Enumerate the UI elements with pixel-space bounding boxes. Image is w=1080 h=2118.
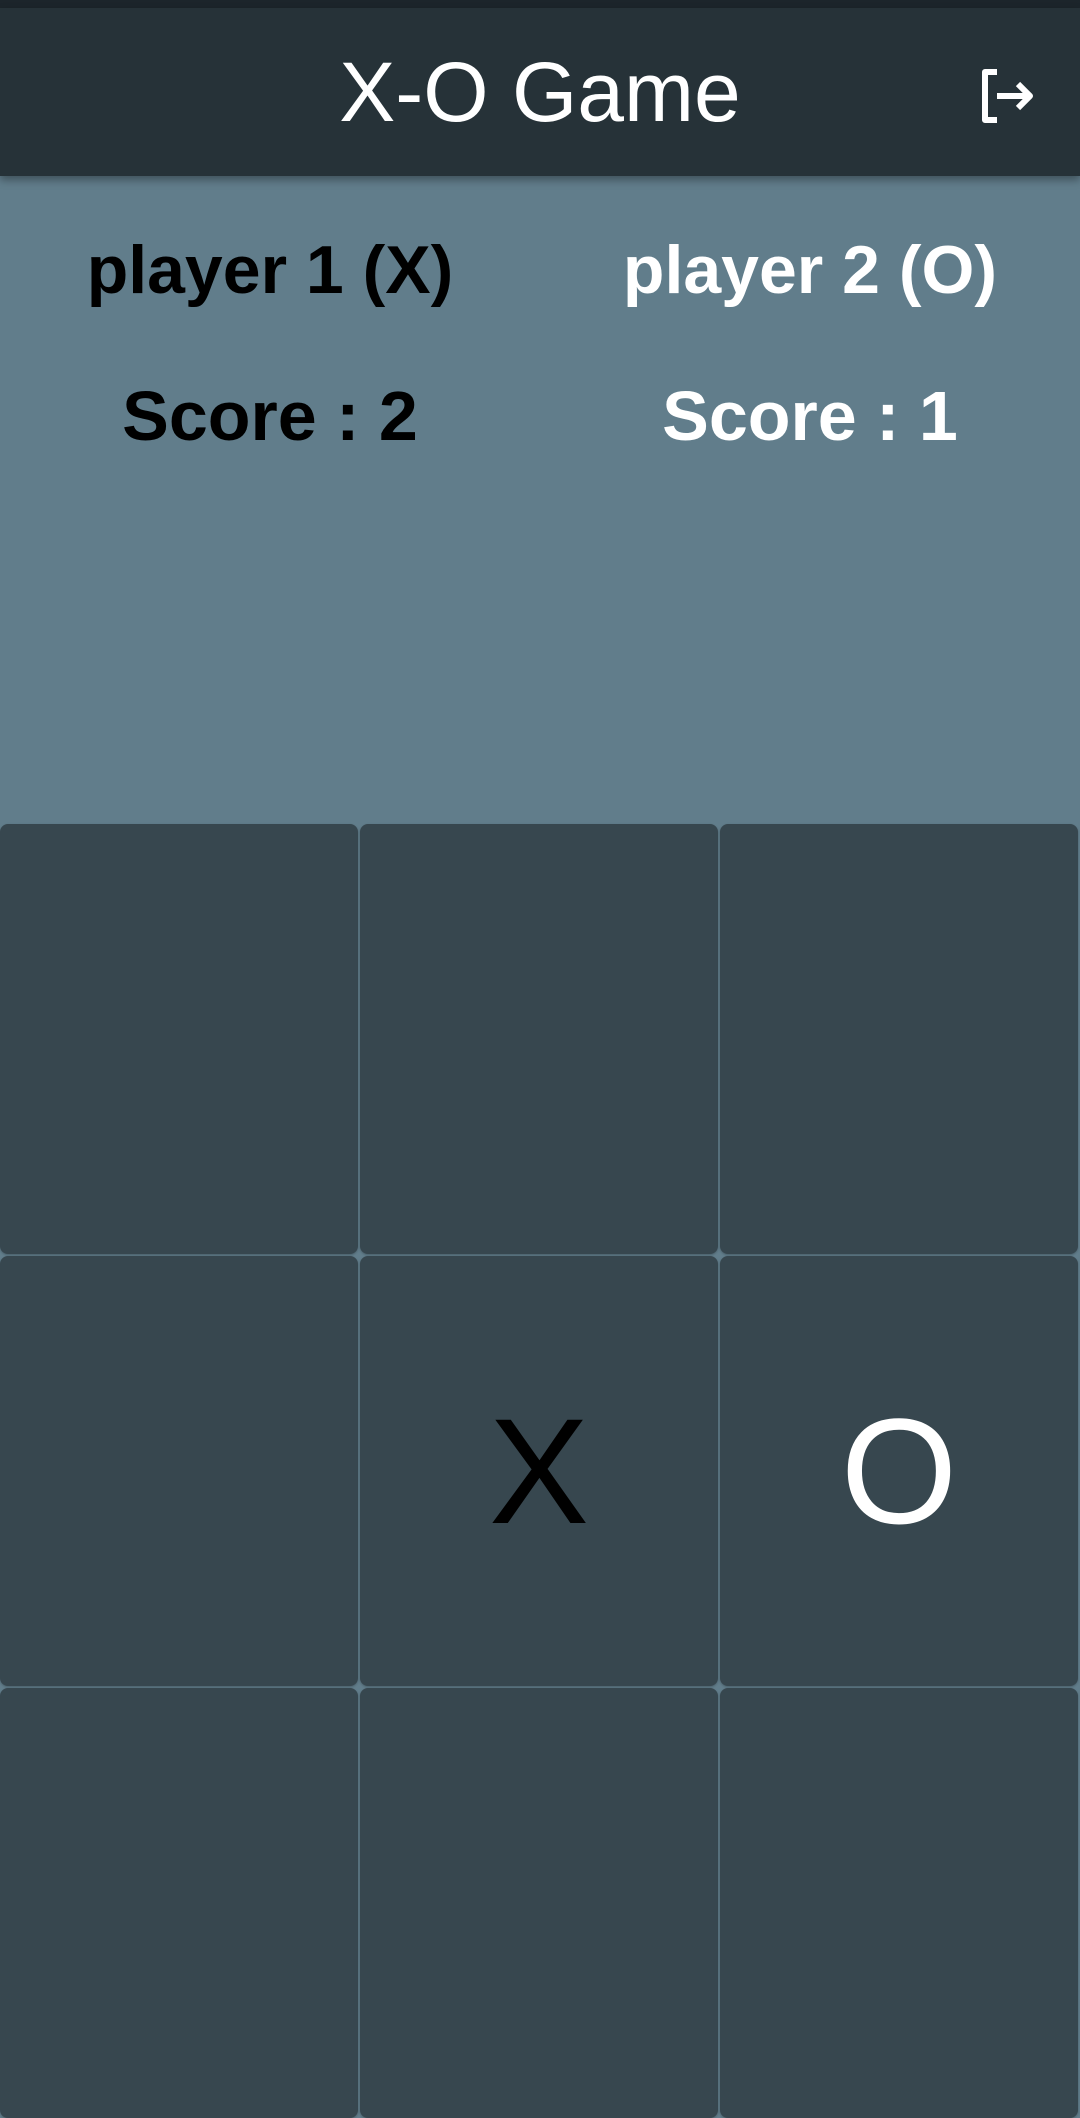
logout-button[interactable]: [970, 60, 1042, 132]
board-cell-7[interactable]: [0, 1688, 358, 2118]
board-cell-5[interactable]: X: [360, 1256, 718, 1686]
board-cell-8[interactable]: [360, 1688, 718, 2118]
logout-icon: [982, 69, 1033, 123]
player-2-score: Score : 1: [662, 377, 958, 455]
status-bar: [0, 0, 1080, 8]
board-cell-6[interactable]: O: [720, 1256, 1078, 1686]
player-1-score: Score : 2: [122, 377, 418, 455]
board-cell-1[interactable]: [0, 824, 358, 1254]
app-bar: X-O Game: [0, 8, 1080, 176]
game-board: X O: [0, 824, 1080, 2118]
player-2-name: player 2 (O): [622, 232, 998, 308]
board-cell-3[interactable]: [720, 824, 1078, 1254]
players-panel: player 1 (X) Score : 2 player 2 (O) Scor…: [0, 176, 1080, 824]
board-cell-9[interactable]: [720, 1688, 1078, 2118]
app-title: X-O Game: [339, 45, 741, 139]
player-1-name: player 1 (X): [86, 232, 454, 308]
board-cell-2[interactable]: [360, 824, 718, 1254]
board-cell-4[interactable]: [0, 1256, 358, 1686]
